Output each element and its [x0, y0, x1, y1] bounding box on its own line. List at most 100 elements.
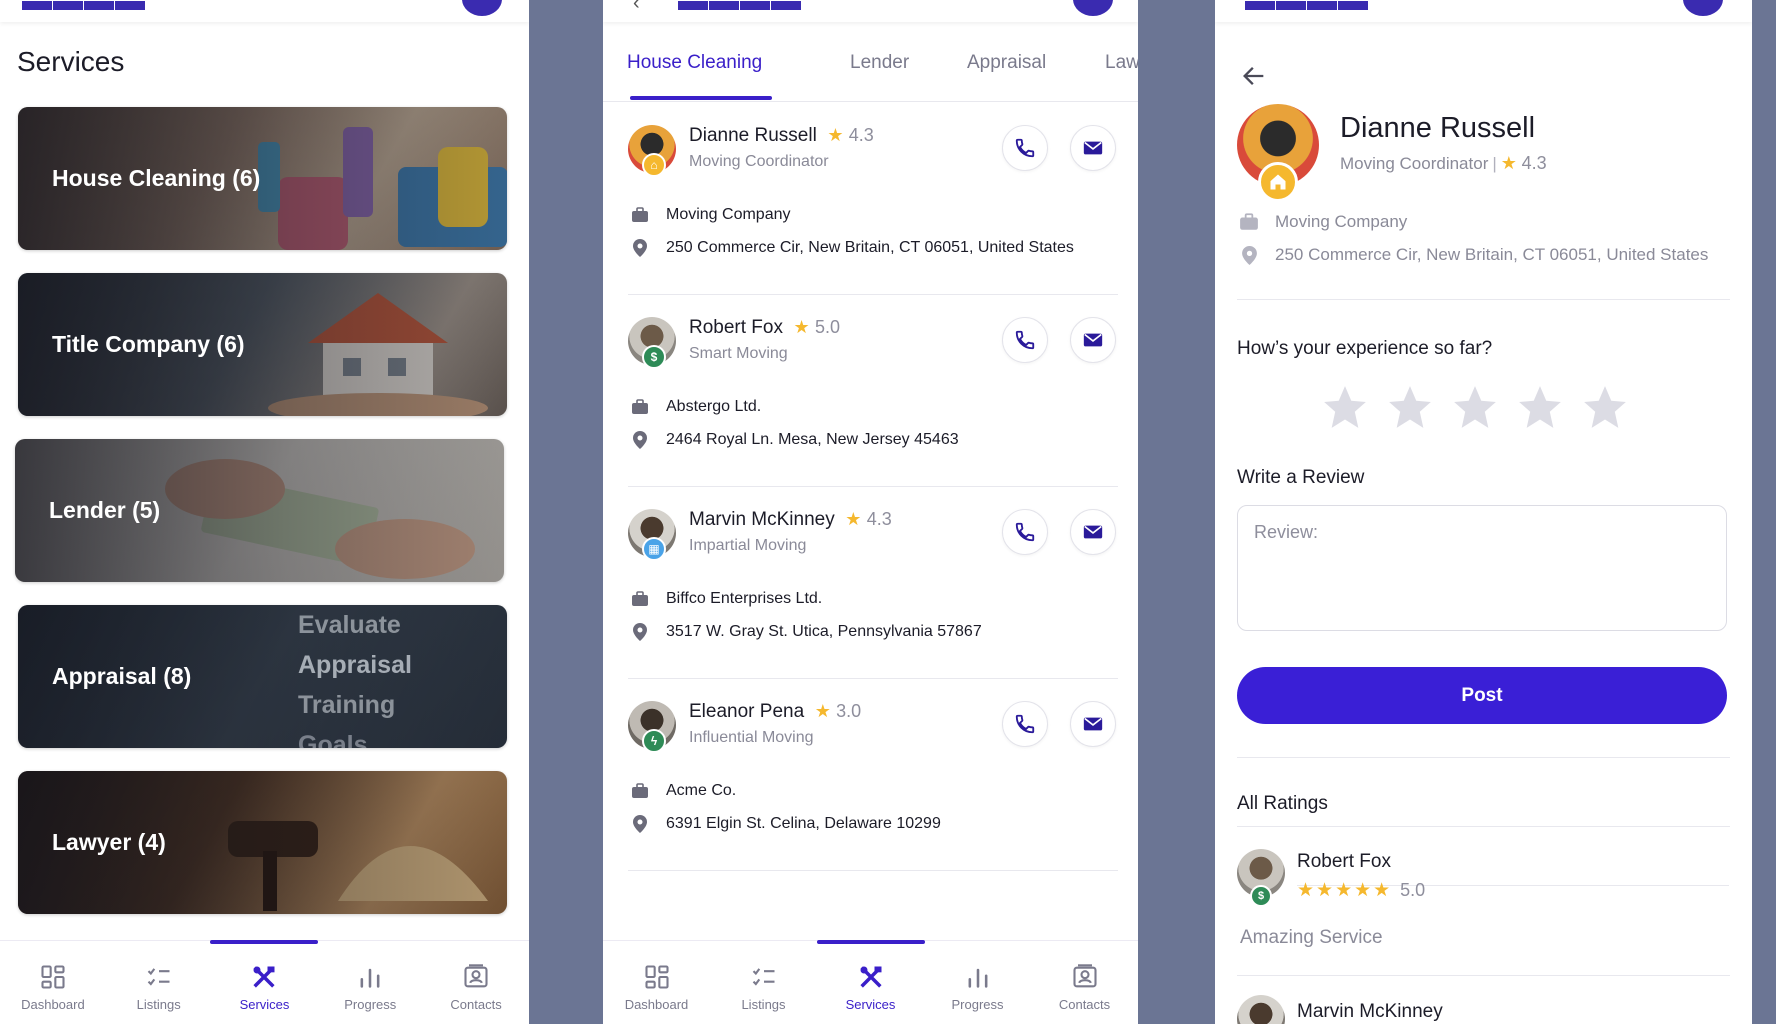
star-icon: ★: [793, 317, 810, 337]
home-icon: ⌂: [642, 153, 666, 177]
service-card-lender[interactable]: Lender (5): [15, 439, 504, 582]
nav-label: Progress: [951, 997, 1004, 1012]
location-pin-icon: [633, 623, 647, 641]
provider-role: Impartial Moving: [689, 537, 807, 554]
post-button[interactable]: Post: [1237, 667, 1727, 724]
email-button[interactable]: [1070, 701, 1116, 747]
nav-label: Contacts: [1058, 997, 1111, 1012]
company-row: Abstergo Ltd.: [630, 397, 761, 417]
address-text: 250 Commerce Cir, New Britain, CT 06051,…: [1275, 245, 1709, 264]
bolt-icon: ϟ: [642, 729, 666, 753]
profile-avatar[interactable]: [462, 0, 502, 16]
company-row: Acme Co.: [630, 781, 736, 801]
briefcase-icon: [632, 783, 648, 798]
app-logo: ▬▬▬▬: [22, 0, 146, 17]
star-icon[interactable]: [1385, 382, 1435, 432]
star-icon[interactable]: [1320, 382, 1370, 432]
call-button[interactable]: [1002, 317, 1048, 363]
nav-contacts[interactable]: Contacts: [1031, 941, 1138, 1024]
nav-services[interactable]: Services: [212, 941, 318, 1024]
bottom-nav: Dashboard Listings Services Progress Con…: [0, 940, 529, 1024]
page-title: Services: [17, 46, 125, 77]
company-name: Biffco Enterprises Ltd.: [666, 590, 823, 607]
star-icon[interactable]: [1450, 382, 1500, 432]
profile-avatar[interactable]: [1683, 0, 1723, 16]
nav-services[interactable]: Services: [817, 941, 924, 1024]
mail-icon: [1083, 525, 1103, 539]
category-tabs: House Cleaning Lender Appraisal Law: [603, 22, 1138, 102]
app-logo: ▬▬▬▬: [678, 0, 802, 17]
contacts-icon: [464, 964, 488, 988]
star-icon: ★: [827, 125, 844, 145]
app-logo: ▬▬▬▬: [1245, 0, 1369, 17]
email-button[interactable]: [1070, 317, 1116, 363]
tab-house-cleaning[interactable]: House Cleaning: [627, 52, 762, 74]
star-icon: ★: [1500, 153, 1517, 173]
call-button[interactable]: [1002, 509, 1048, 555]
provider-card[interactable]: ϟ Eleanor Pena ★ 3.0 Influential Moving …: [628, 679, 1118, 871]
company-row: Moving Company: [1239, 212, 1407, 232]
provider-card[interactable]: ⌂ Dianne Russell ★ 4.3 Moving Coordinato…: [628, 103, 1118, 295]
location-pin-icon: [633, 239, 647, 257]
service-card-label: Title Company (6): [52, 331, 245, 357]
mail-icon: [1083, 717, 1103, 731]
divider: [1237, 826, 1730, 827]
nav-label: Services: [845, 997, 896, 1012]
briefcase-icon: [632, 207, 648, 222]
dashboard-icon: [41, 965, 65, 989]
review-text: Amazing Service: [1240, 927, 1383, 948]
service-card-appraisal[interactable]: Evaluate Appraisal Training Goals Apprai…: [18, 605, 507, 748]
call-button[interactable]: [1002, 701, 1048, 747]
listings-icon: [147, 968, 170, 986]
back-arrow-icon[interactable]: ‹: [633, 0, 640, 15]
nav-listings[interactable]: Listings: [106, 941, 212, 1024]
provider-role-rating: Moving Coordinator | ★ 4.3: [1340, 153, 1547, 173]
nav-dashboard[interactable]: Dashboard: [603, 941, 710, 1024]
phone-icon: [1015, 138, 1035, 158]
service-card-house-cleaning[interactable]: House Cleaning (6): [18, 107, 507, 250]
divider: [1237, 299, 1730, 300]
home-icon: [1258, 162, 1298, 202]
services-icon: [859, 966, 882, 988]
nav-listings[interactable]: Listings: [710, 941, 817, 1024]
provider-role: Smart Moving: [689, 345, 788, 362]
briefcase-icon: [1240, 213, 1258, 230]
phone-icon: [1015, 714, 1035, 734]
tab-lender[interactable]: Lender: [850, 52, 909, 74]
review-input[interactable]: [1237, 505, 1727, 631]
phone-icon: [1015, 522, 1035, 542]
provider-card[interactable]: ▦ Marvin McKinney ★ 4.3 Impartial Moving…: [628, 487, 1118, 679]
service-card-lawyer[interactable]: Lawyer (4): [18, 771, 507, 914]
profile-avatar[interactable]: [1073, 0, 1113, 16]
nav-dashboard[interactable]: Dashboard: [0, 941, 106, 1024]
nav-progress[interactable]: Progress: [924, 941, 1031, 1024]
briefcase-icon: [632, 399, 648, 414]
nav-contacts[interactable]: Contacts: [423, 941, 529, 1024]
listings-icon: [752, 968, 774, 986]
write-review-label: Write a Review: [1237, 467, 1365, 488]
service-card-label: Lawyer (4): [52, 829, 166, 855]
provider-role: Influential Moving: [689, 729, 814, 746]
provider-name: Eleanor Pena ★ 3.0: [689, 701, 862, 722]
email-button[interactable]: [1070, 509, 1116, 555]
service-card-title-company[interactable]: Title Company (6): [18, 273, 507, 416]
progress-icon: [360, 968, 380, 988]
location-pin-icon: [633, 815, 647, 833]
email-button[interactable]: [1070, 125, 1116, 171]
provider-name: Robert Fox ★ 5.0: [689, 317, 840, 338]
divider: [1237, 975, 1730, 976]
nav-progress[interactable]: Progress: [317, 941, 423, 1024]
top-bar: ▬▬▬▬: [1215, 0, 1752, 22]
tab-appraisal[interactable]: Appraisal: [967, 52, 1046, 74]
top-bar: ‹ ▬▬▬▬: [603, 0, 1138, 22]
star-icon[interactable]: [1515, 382, 1565, 432]
tab-law[interactable]: Law: [1105, 52, 1138, 74]
provider-detail-screen: ▬▬▬▬ Dianne Russell Moving Coordinator | ★…: [1215, 0, 1752, 1024]
reviewer-name: Robert Fox: [1297, 851, 1391, 872]
review-item: $ Robert Fox ★★★★★ 5.0 Amazing Service: [1237, 849, 1729, 979]
provider-card[interactable]: $ Robert Fox ★ 5.0 Smart Moving Abstergo…: [628, 295, 1118, 487]
back-arrow-icon[interactable]: [1240, 62, 1268, 90]
location-pin-icon: [1241, 245, 1257, 265]
star-icon[interactable]: [1580, 382, 1630, 432]
call-button[interactable]: [1002, 125, 1048, 171]
